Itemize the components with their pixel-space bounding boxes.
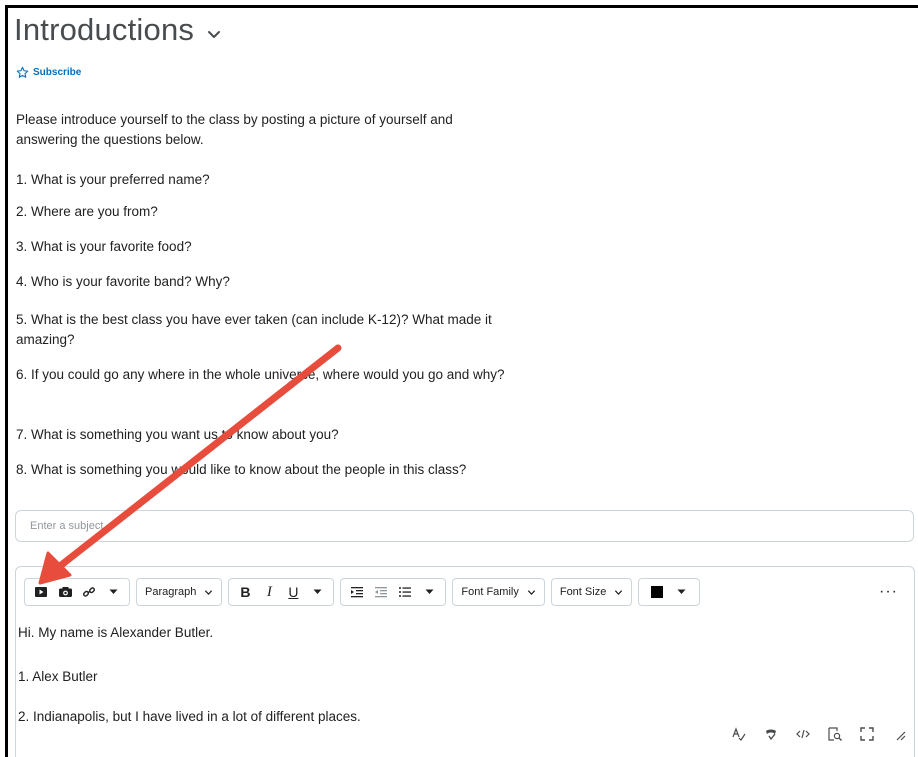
text-format-group: B I U <box>228 578 335 606</box>
insert-more-dropdown[interactable] <box>101 581 125 603</box>
spellcheck-button[interactable] <box>732 727 746 741</box>
bold-button[interactable]: B <box>233 581 257 603</box>
indent-button[interactable] <box>345 581 369 603</box>
question-1: 1. What is your preferred name? <box>16 172 210 187</box>
subscribe-label: Subscribe <box>33 67 82 78</box>
preview-button[interactable] <box>828 727 842 741</box>
caret-down-icon <box>313 589 322 594</box>
editor-toolbar: Paragraph B I U Font Family Font Size ··… <box>24 577 906 607</box>
font-size-label: Font Size <box>559 586 607 598</box>
font-family-label: Font Family <box>461 586 519 598</box>
fullscreen-icon <box>860 727 874 741</box>
caret-down-icon <box>677 589 686 594</box>
text-format-more-dropdown[interactable] <box>305 581 329 603</box>
resize-grip-icon <box>896 731 906 741</box>
alignment-group <box>340 578 447 606</box>
question-4: 4. Who is your favorite band? Why? <box>16 274 230 289</box>
list-more-dropdown[interactable] <box>417 581 441 603</box>
indent-icon <box>351 587 364 598</box>
question-8: 8. What is something you would like to k… <box>16 462 467 477</box>
more-actions-button[interactable]: ··· <box>879 583 906 601</box>
page-title: Introductions <box>14 12 195 47</box>
caret-down-icon <box>109 589 117 594</box>
html-editor: Paragraph B I U Font Family Font Size ··… <box>15 566 915 757</box>
fullscreen-button[interactable] <box>860 727 874 741</box>
topic-header: Introductions <box>14 10 222 50</box>
question-3: 3. What is your favorite food? <box>16 239 192 254</box>
color-swatch <box>651 586 664 598</box>
editor-line: 2. Indianapolis, but I have lived in a l… <box>18 709 361 724</box>
intro-text: Please introduce yourself to the class b… <box>16 112 453 147</box>
italic-button[interactable]: I <box>257 581 281 603</box>
question-5: 5. What is the best class you have ever … <box>16 312 492 347</box>
text-color-group <box>638 578 701 606</box>
underline-button[interactable]: U <box>281 581 305 603</box>
subscribe-link[interactable]: Subscribe <box>16 66 81 79</box>
spellcheck-icon <box>732 727 746 741</box>
question-2: 2. Where are you from? <box>16 204 158 219</box>
star-icon <box>16 66 29 78</box>
chevron-down-icon[interactable] <box>206 26 222 42</box>
bullet-list-button[interactable] <box>393 581 417 603</box>
text-color-dropdown[interactable] <box>669 581 693 603</box>
outdent-icon <box>375 587 388 598</box>
insert-image-button[interactable] <box>53 581 77 603</box>
paragraph-format-dropdown[interactable]: Paragraph <box>136 578 223 606</box>
preview-icon <box>828 727 842 741</box>
video-play-icon <box>35 587 47 597</box>
insert-stuff-button[interactable] <box>29 581 53 603</box>
editor-statusbar <box>732 727 906 741</box>
question-6: 6. If you could go any where in the whol… <box>16 367 505 382</box>
chevron-down-icon <box>615 589 623 595</box>
accessibility-icon <box>766 729 776 741</box>
resize-handle[interactable] <box>892 727 906 741</box>
code-icon <box>796 729 810 739</box>
question-7: 7. What is something you want us to know… <box>16 427 339 442</box>
link-icon <box>83 587 95 597</box>
text-color-button[interactable] <box>645 581 669 603</box>
caret-down-icon <box>425 589 434 594</box>
insert-link-button[interactable] <box>77 581 101 603</box>
editor-line: Hi. My name is Alexander Butler. <box>18 625 214 640</box>
bullet-list-icon <box>399 587 412 597</box>
paragraph-label: Paragraph <box>145 586 197 598</box>
font-family-dropdown[interactable]: Font Family <box>452 578 545 606</box>
font-size-dropdown[interactable]: Font Size <box>550 578 633 606</box>
source-code-button[interactable] <box>796 727 810 741</box>
editor-line: 1. Alex Butler <box>18 669 98 684</box>
chevron-down-icon <box>205 589 213 595</box>
subject-input[interactable] <box>15 510 914 542</box>
insert-group <box>24 578 130 606</box>
chevron-down-icon <box>527 589 535 595</box>
accessibility-check-button[interactable] <box>764 727 778 741</box>
outdent-button[interactable] <box>369 581 393 603</box>
camera-icon <box>58 587 72 597</box>
